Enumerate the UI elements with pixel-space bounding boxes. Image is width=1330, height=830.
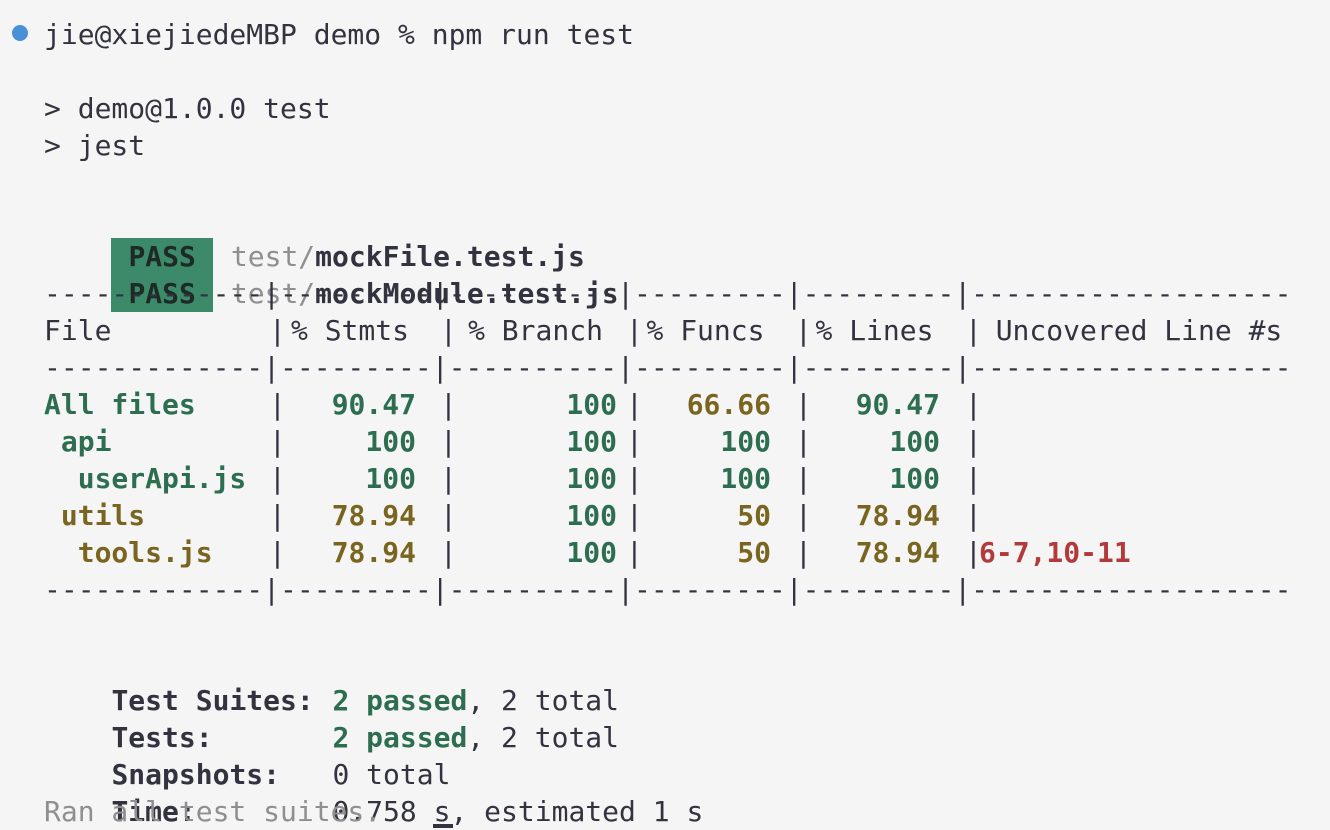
summary-value: 0.758 s, estimated 1 s	[332, 795, 704, 828]
column-divider: |	[626, 499, 643, 532]
script-line: > demo@1.0.0 test	[44, 92, 331, 125]
text-cursor	[433, 824, 453, 828]
test-result-line: PASS test/mockModule.test.js	[44, 238, 619, 312]
prompt-line: jie@xiejiedeMBP demo % npm run test	[44, 18, 635, 51]
column-divider: |	[626, 425, 643, 458]
cell-branch: 100	[566, 388, 617, 421]
summary-total: , 2 total	[467, 721, 620, 754]
cell-lines: 100	[889, 425, 940, 458]
summary-time: Time: 0.758 s, estimated 1 s	[44, 756, 703, 828]
cell-funcs: 50	[737, 536, 771, 569]
test-result-line: PASS test/mockFile.test.js	[44, 201, 585, 275]
cell-branch: % Branch	[468, 314, 603, 347]
script-line: > jest	[44, 129, 146, 162]
table-separator: -------------|---------|----------|-----…	[44, 351, 1292, 384]
column-divider: |	[795, 425, 812, 458]
cell-branch: 100	[566, 499, 617, 532]
cell-stmts: 100	[365, 425, 416, 458]
column-divider: |	[269, 388, 286, 421]
cell-funcs: 100	[720, 425, 771, 458]
column-divider: |	[965, 388, 982, 421]
column-divider: |	[795, 499, 812, 532]
cell-uncovered: Uncovered Line #s	[995, 314, 1283, 347]
prompt-status-dot-icon	[12, 25, 28, 41]
summary-suites: Test Suites: 2 passed, 2 total	[44, 645, 619, 717]
column-divider: |	[626, 314, 643, 347]
column-divider: |	[965, 425, 982, 458]
column-divider: |	[626, 462, 643, 495]
summary-tests: Tests: 2 passed, 2 total	[44, 682, 619, 754]
cell-uncovered: 6-7,10-11	[979, 536, 1131, 569]
column-divider: |	[626, 388, 643, 421]
cell-lines: 90.47	[855, 388, 940, 421]
cell-stmts: % Stmts	[290, 314, 409, 347]
column-divider: |	[440, 425, 457, 458]
column-divider: |	[965, 536, 982, 569]
cell-lines: 78.94	[855, 499, 940, 532]
cell-branch: 100	[566, 536, 617, 569]
column-divider: |	[626, 536, 643, 569]
cell-stmts: 100	[365, 462, 416, 495]
column-divider: |	[269, 536, 286, 569]
cell-file: userApi.js	[44, 462, 247, 495]
column-divider: |	[965, 314, 982, 347]
cell-file: api	[44, 425, 112, 458]
column-divider: |	[440, 536, 457, 569]
cell-funcs: 66.66	[686, 388, 771, 421]
column-divider: |	[795, 388, 812, 421]
cell-file: All files	[44, 388, 196, 421]
cell-file: tools.js	[44, 536, 213, 569]
cell-lines: % Lines	[815, 314, 934, 347]
cell-file: File	[44, 314, 112, 347]
cell-funcs: % Funcs	[646, 314, 765, 347]
column-divider: |	[795, 314, 812, 347]
column-divider: |	[440, 499, 457, 532]
cell-lines: 78.94	[855, 536, 940, 569]
cell-stmts: 78.94	[331, 499, 416, 532]
ran-all-line: Ran all test suites.	[44, 795, 382, 828]
column-divider: |	[269, 425, 286, 458]
cell-branch: 100	[566, 462, 617, 495]
column-divider: |	[795, 462, 812, 495]
column-divider: |	[440, 462, 457, 495]
cell-stmts: 78.94	[331, 536, 416, 569]
column-divider: |	[795, 536, 812, 569]
cell-file: utils	[44, 499, 146, 532]
column-divider: |	[965, 462, 982, 495]
summary-snapshots: Snapshots: 0 total	[44, 719, 450, 791]
column-divider: |	[440, 314, 457, 347]
column-divider: |	[269, 462, 286, 495]
table-separator: -------------|---------|----------|-----…	[44, 573, 1292, 606]
cell-branch: 100	[566, 425, 617, 458]
column-divider: |	[440, 388, 457, 421]
cell-funcs: 50	[737, 499, 771, 532]
cell-funcs: 100	[720, 462, 771, 495]
terminal-window[interactable]: jie@xiejiedeMBP demo % npm run test > de…	[0, 0, 1330, 830]
cell-stmts: 90.47	[331, 388, 416, 421]
table-separator: -------------|---------|----------|-----…	[44, 277, 1292, 310]
cell-lines: 100	[889, 462, 940, 495]
column-divider: |	[269, 314, 286, 347]
column-divider: |	[269, 499, 286, 532]
column-divider: |	[965, 499, 982, 532]
